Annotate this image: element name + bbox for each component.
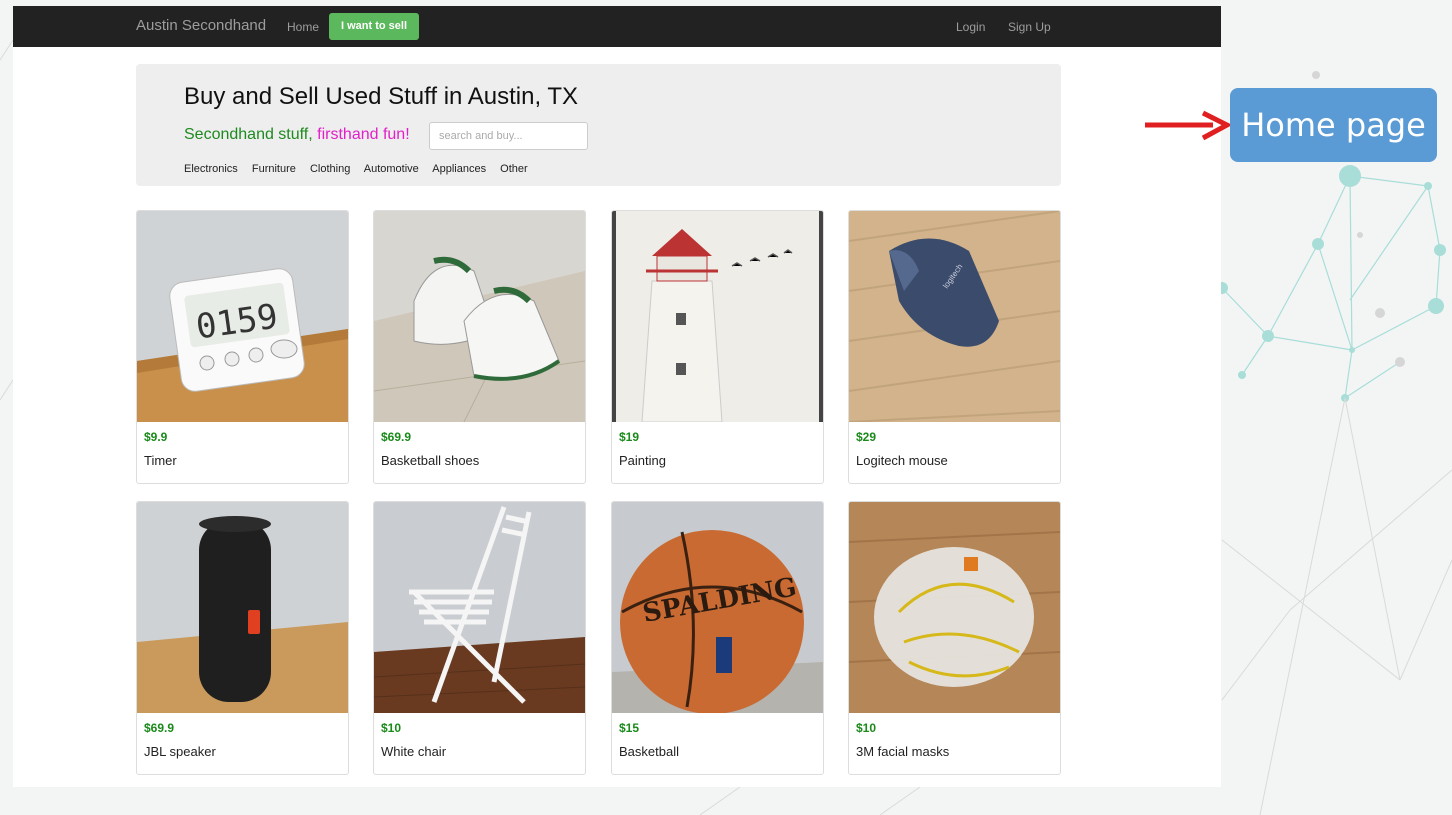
product-card[interactable]: 0159 $9.9 Timer [136, 210, 349, 484]
arrow-right-icon [1145, 110, 1231, 141]
tagline: Secondhand stuff, firsthand fun! [184, 126, 410, 144]
product-title[interactable]: JBL speaker [144, 744, 216, 759]
mouse-image[interactable]: logitech [849, 211, 1060, 422]
product-card[interactable]: $19 Painting [611, 210, 824, 484]
sell-button[interactable]: I want to sell [329, 13, 419, 40]
product-card[interactable]: $10 3M facial masks [848, 501, 1061, 775]
page-title: Buy and Sell Used Stuff in Austin, TX [184, 83, 579, 110]
tagline-part2: firsthand fun! [317, 126, 410, 143]
timer-image[interactable]: 0159 [137, 211, 348, 422]
hero-banner: Buy and Sell Used Stuff in Austin, TX Se… [136, 64, 1061, 186]
category-furniture[interactable]: Furniture [252, 163, 296, 175]
home-page-callout: Home page [1230, 88, 1437, 162]
product-price: $19 [619, 430, 640, 444]
speaker-image[interactable] [137, 502, 348, 713]
product-price: $69.9 [381, 430, 412, 444]
product-price: $9.9 [144, 430, 168, 444]
product-card[interactable]: logitech $29 Logitech mouse [848, 210, 1061, 484]
product-price: $29 [856, 430, 877, 444]
shoes-image[interactable] [374, 211, 585, 422]
login-link[interactable]: Login [956, 20, 985, 34]
masks-image[interactable] [849, 502, 1060, 713]
product-card[interactable]: $69.9 JBL speaker [136, 501, 349, 775]
product-title[interactable]: Logitech mouse [856, 453, 948, 468]
basketball-image[interactable]: SPALDING [612, 502, 823, 713]
category-clothing[interactable]: Clothing [310, 163, 350, 175]
painting-image[interactable] [612, 211, 823, 422]
product-title[interactable]: Painting [619, 453, 666, 468]
product-card[interactable]: SPALDING $15 Basketball [611, 501, 824, 775]
category-other[interactable]: Other [500, 163, 528, 175]
tagline-part1: Secondhand stuff, [184, 126, 318, 143]
product-title[interactable]: Basketball [619, 744, 679, 759]
product-price: $15 [619, 721, 640, 735]
product-title[interactable]: White chair [381, 744, 446, 759]
navbar: Austin Secondhand Home I want to sell Lo… [13, 6, 1221, 47]
brand-link[interactable]: Austin Secondhand [136, 17, 266, 34]
search-input[interactable] [429, 122, 588, 150]
chair-image[interactable] [374, 502, 585, 713]
product-title[interactable]: 3M facial masks [856, 744, 949, 759]
nav-home-link[interactable]: Home [287, 20, 319, 34]
category-appliances[interactable]: Appliances [432, 163, 486, 175]
product-title[interactable]: Timer [144, 453, 177, 468]
product-price: $69.9 [144, 721, 175, 735]
category-links: Electronics Furniture Clothing Automotiv… [184, 163, 539, 175]
category-automotive[interactable]: Automotive [364, 163, 419, 175]
product-price: $10 [856, 721, 877, 735]
browser-page: Austin Secondhand Home I want to sell Lo… [13, 6, 1221, 787]
product-price: $10 [381, 721, 402, 735]
product-card[interactable]: $69.9 Basketball shoes [373, 210, 586, 484]
signup-link[interactable]: Sign Up [1008, 20, 1051, 34]
product-title[interactable]: Basketball shoes [381, 453, 479, 468]
category-electronics[interactable]: Electronics [184, 163, 238, 175]
product-card[interactable]: $10 White chair [373, 501, 586, 775]
